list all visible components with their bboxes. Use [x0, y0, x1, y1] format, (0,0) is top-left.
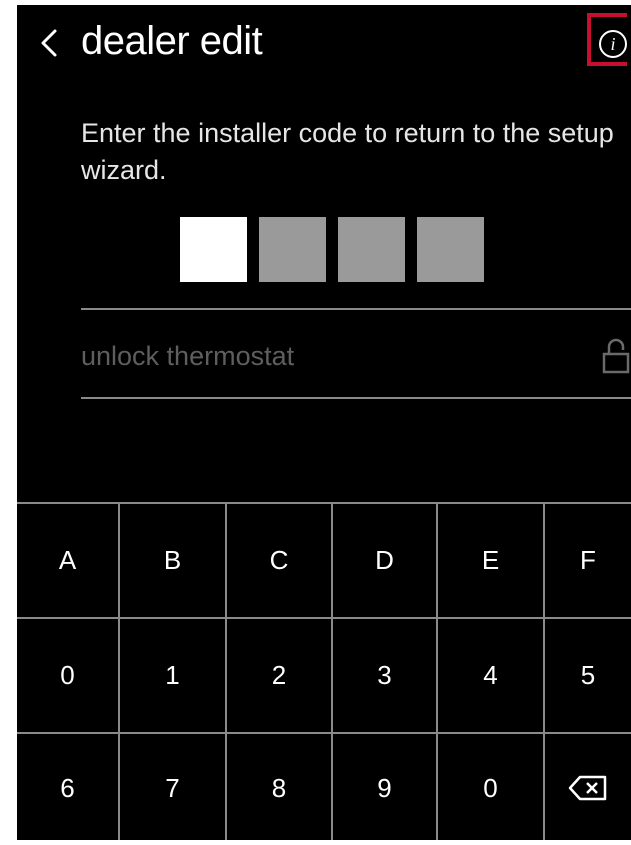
key-label: 1 — [165, 660, 180, 690]
keypad-key[interactable]: 3 — [333, 619, 438, 734]
keypad-key[interactable]: A — [17, 504, 120, 619]
keypad-key[interactable]: E — [438, 504, 545, 619]
key-label: 4 — [483, 660, 498, 690]
key-label: 3 — [377, 660, 392, 690]
code-digit-box[interactable] — [338, 217, 405, 282]
key-label: D — [375, 545, 394, 575]
info-button[interactable]: i — [587, 13, 627, 66]
key-label: 2 — [271, 660, 287, 690]
keypad-key[interactable]: 1 — [120, 619, 227, 734]
instructions-text: Enter the installer code to return to th… — [81, 118, 614, 185]
backspace-key[interactable] — [545, 734, 631, 840]
keypad-key[interactable]: D — [333, 504, 438, 619]
keypad-key[interactable]: 0 — [438, 734, 545, 840]
key-label: 8 — [271, 772, 287, 803]
info-icon: i — [599, 30, 627, 58]
page-title: dealer edit — [81, 19, 263, 63]
keypad-key[interactable]: 8 — [227, 734, 333, 840]
key-label: E — [481, 545, 500, 575]
keypad-key[interactable]: C — [227, 504, 333, 619]
key-label: 9 — [377, 772, 392, 803]
keypad-key[interactable]: 2 — [227, 619, 333, 734]
top-divider — [81, 308, 631, 310]
keypad-key[interactable]: 6 — [17, 734, 120, 840]
bottom-divider — [81, 397, 631, 399]
code-digit-box[interactable] — [417, 217, 484, 282]
svg-text:i: i — [610, 34, 615, 54]
key-label: 7 — [165, 772, 180, 803]
back-button[interactable] — [35, 25, 65, 61]
keypad-key[interactable]: 0 — [17, 619, 120, 734]
keypad: A B C D E F 0 1 2 3 4 5 6 7 8 9 0 — [17, 502, 631, 840]
unlock-thermostat-label[interactable]: unlock thermostat — [81, 338, 294, 374]
code-digit-box[interactable] — [180, 217, 247, 282]
key-label: 6 — [60, 772, 75, 803]
keypad-key[interactable]: 5 — [545, 619, 631, 734]
key-label: 0 — [60, 660, 75, 690]
keypad-key[interactable]: B — [120, 504, 227, 619]
backspace-icon — [568, 775, 607, 801]
thermostat-screen: dealer edit i Enter the installer code t… — [17, 5, 631, 840]
keypad-key[interactable]: 7 — [120, 734, 227, 840]
keypad-key[interactable]: F — [545, 504, 631, 619]
key-label: A — [58, 545, 77, 575]
code-digit-box[interactable] — [259, 217, 326, 282]
lock-icon — [602, 338, 630, 374]
key-label: B — [163, 545, 182, 575]
key-label: 5 — [580, 660, 596, 690]
key-label: 0 — [483, 772, 498, 803]
keypad-key[interactable]: 4 — [438, 619, 545, 734]
chevron-left-icon — [41, 29, 57, 57]
key-label: F — [580, 545, 596, 575]
key-label: C — [269, 545, 289, 575]
keypad-key[interactable]: 9 — [333, 734, 438, 840]
